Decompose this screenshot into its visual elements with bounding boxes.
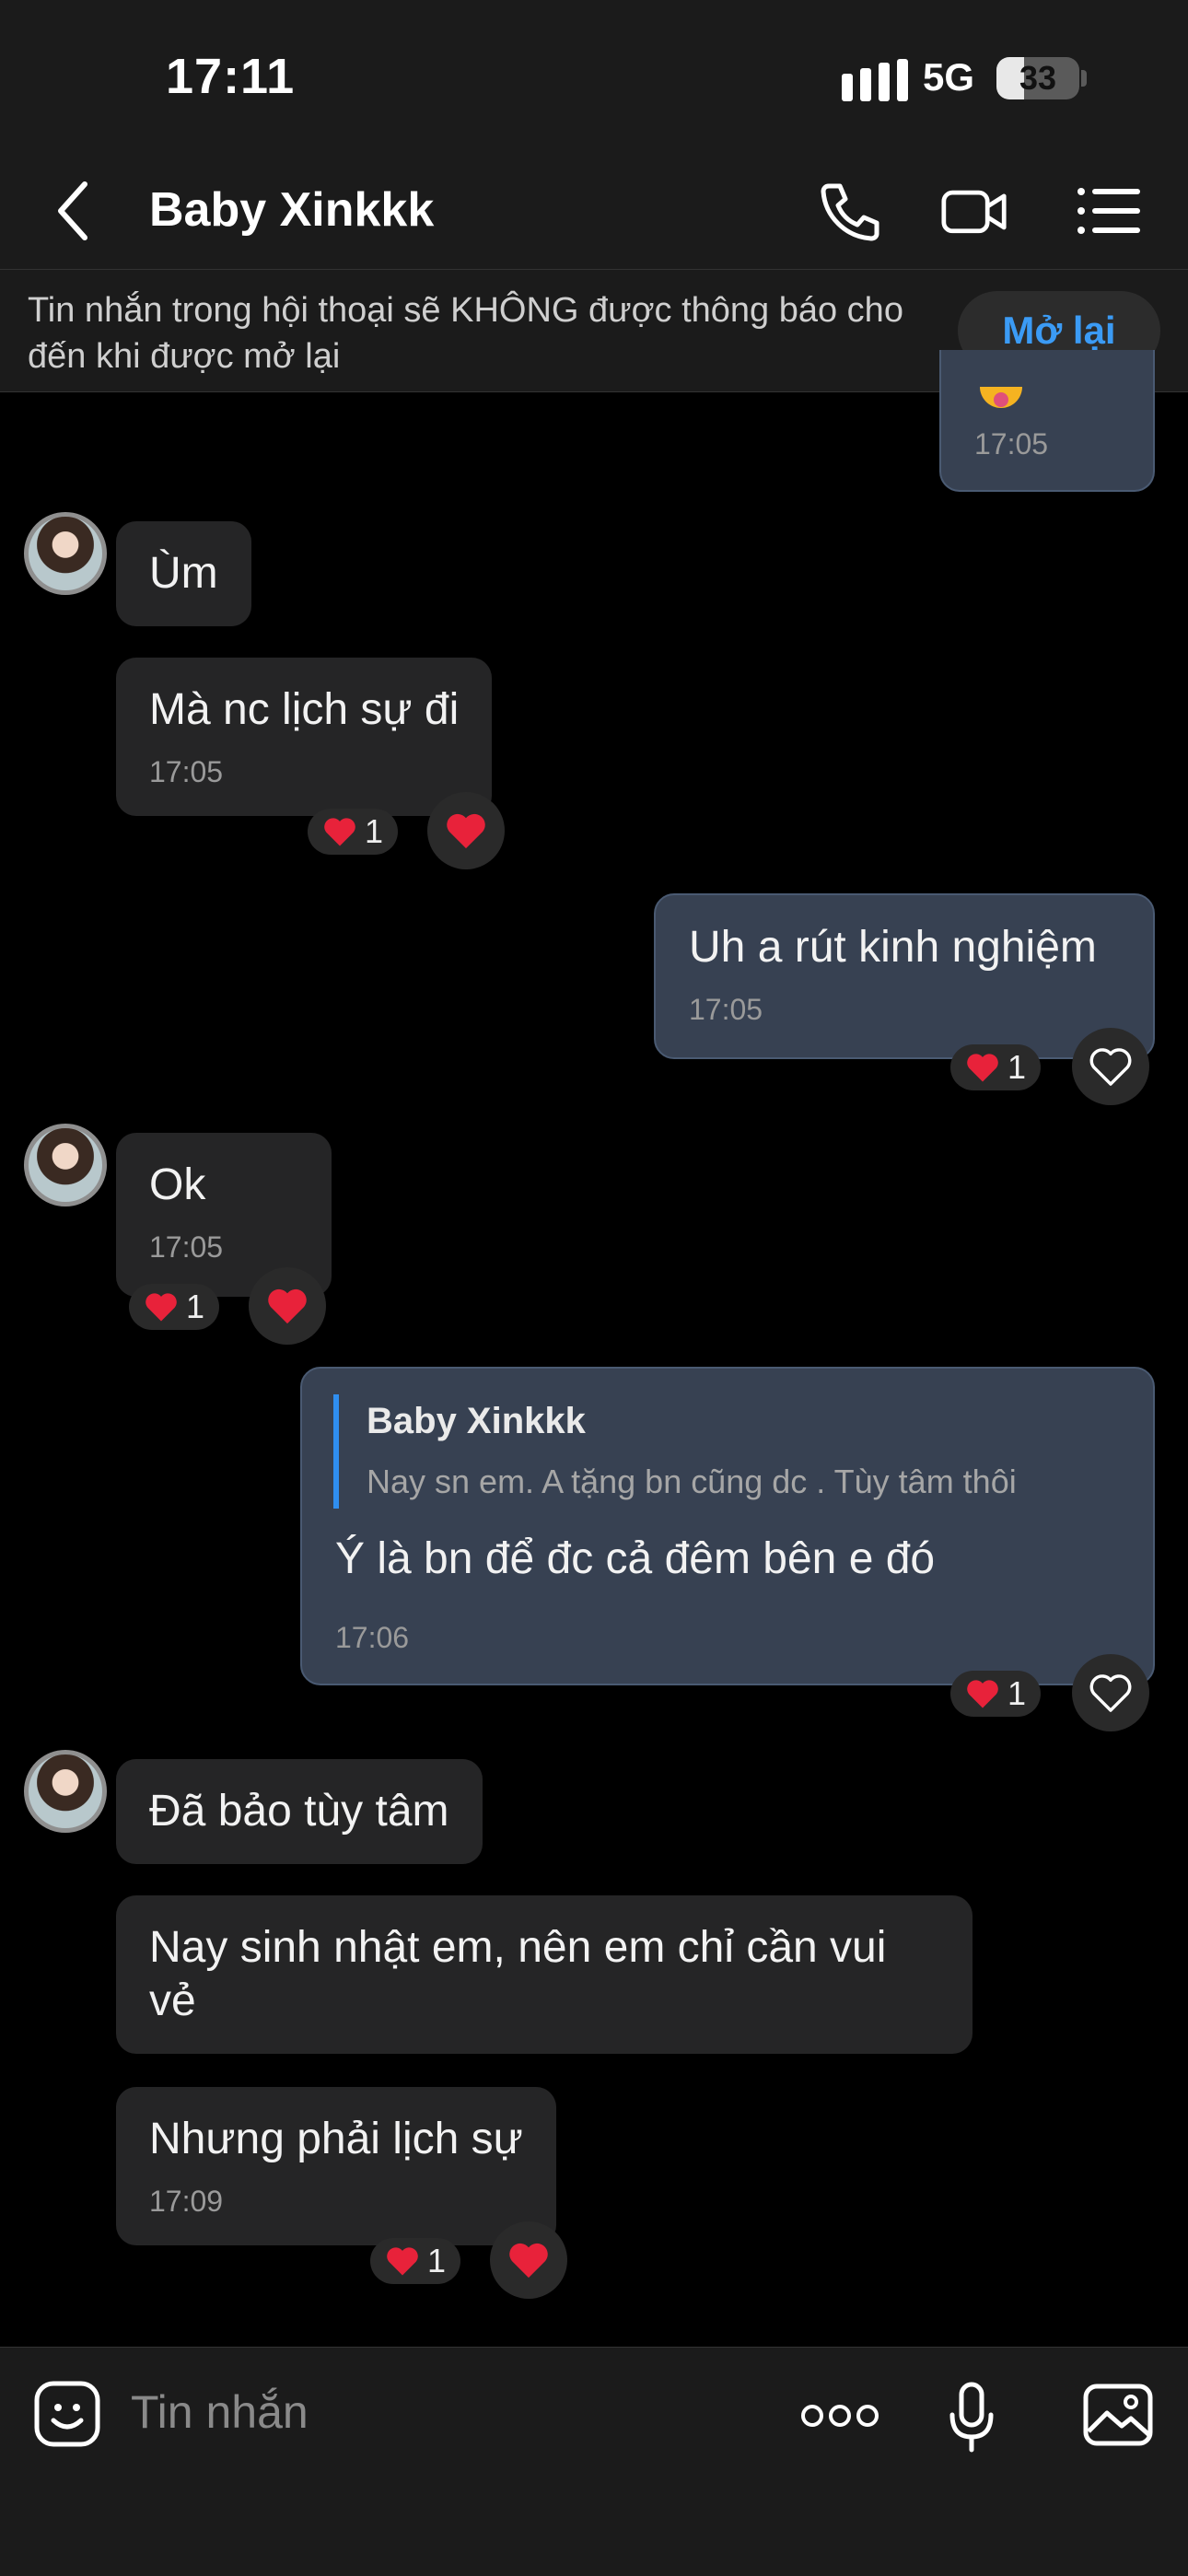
message-time: 17:05	[974, 427, 1049, 460]
message-text: Uh a rút kinh nghiệm	[689, 923, 1097, 972]
network-type: 5G	[923, 55, 975, 99]
quoted-message[interactable]: Baby Xinkkk Nay sn em. A tặng bn cũng dc…	[333, 1394, 1120, 1509]
message-bubble-outgoing[interactable]: 17:05	[939, 350, 1155, 492]
message-text: Ok	[149, 1160, 206, 1209]
microphone-icon[interactable]	[949, 2382, 995, 2454]
heart-icon	[387, 2247, 418, 2276]
message-bubble-incoming[interactable]: Ùm	[116, 521, 251, 626]
message-bubble-incoming[interactable]: Nhưng phải lịch sự 17:09	[116, 2087, 556, 2245]
react-heart-button[interactable]	[249, 1267, 326, 1345]
reaction-summary[interactable]: 1	[950, 1044, 1042, 1090]
react-heart-button[interactable]	[427, 792, 505, 869]
conversation-title[interactable]: Baby Xinkkk	[149, 182, 434, 238]
mute-banner-text: Tin nhắn trong hội thoại sẽ KHÔNG được t…	[28, 291, 903, 376]
reaction-summary[interactable]: 1	[370, 2238, 461, 2284]
reaction-count: 1	[1007, 1048, 1027, 1086]
emoji-icon	[980, 387, 1022, 408]
quoted-sender: Baby Xinkkk	[367, 1401, 586, 1441]
message-time: 17:05	[149, 1230, 224, 1264]
heart-icon	[447, 813, 485, 849]
reaction-count: 1	[186, 1288, 205, 1325]
reaction-count: 1	[427, 2242, 447, 2279]
quoted-text: Nay sn em. A tặng bn cũng dc . Tùy tâm t…	[367, 1463, 1017, 1500]
battery-tip	[1081, 70, 1087, 87]
avatar[interactable]	[24, 1750, 107, 1833]
avatar[interactable]	[24, 512, 107, 595]
message-text: Nhưng phải lịch sự	[149, 2115, 523, 2163]
heart-icon	[509, 2243, 548, 2279]
heart-icon	[967, 1054, 998, 1082]
signal-icon	[842, 59, 908, 101]
message-input[interactable]: Tin nhắn	[131, 2385, 309, 2439]
avatar[interactable]	[24, 1124, 107, 1206]
battery-icon: 33	[996, 57, 1079, 99]
reaction-summary[interactable]: 1	[950, 1671, 1042, 1717]
status-time: 17:11	[166, 49, 296, 104]
video-call-icon[interactable]	[941, 181, 1007, 241]
message-time: 17:06	[335, 1621, 410, 1654]
message-bubble-incoming[interactable]: Đã bảo tùy tâm	[116, 1759, 483, 1864]
react-heart-button[interactable]	[490, 2221, 567, 2299]
image-gallery-icon[interactable]	[1083, 2384, 1153, 2446]
menu-list-icon[interactable]	[1076, 181, 1142, 241]
message-text: Ùm	[149, 549, 218, 598]
heart-icon	[146, 1293, 177, 1322]
message-text: Ý là bn để đc cả đêm bên e đó	[335, 1534, 936, 1583]
sticker-icon[interactable]	[33, 2380, 101, 2448]
heart-icon	[324, 818, 355, 846]
message-time: 17:05	[689, 993, 763, 1026]
message-text: Mà nc lịch sự đi	[149, 685, 460, 734]
message-time: 17:09	[149, 2185, 224, 2218]
message-bubble-incoming[interactable]: Nay sinh nhật em, nên em chỉ cần vui vẻ	[116, 1895, 973, 2054]
message-bubble-outgoing[interactable]: Baby Xinkkk Nay sn em. A tặng bn cũng dc…	[300, 1367, 1155, 1685]
phone-call-icon[interactable]	[816, 181, 882, 241]
message-time: 17:05	[149, 755, 224, 788]
message-input-bar	[0, 2347, 1188, 2576]
message-bubble-incoming[interactable]: Mà nc lịch sự đi 17:05	[116, 658, 493, 816]
reaction-summary[interactable]: 1	[308, 809, 399, 855]
more-options-icon[interactable]	[801, 2402, 879, 2430]
heart-icon	[967, 1680, 998, 1708]
react-heart-button[interactable]	[1072, 1654, 1149, 1731]
heart-outline-icon	[1089, 1048, 1132, 1086]
reaction-count: 1	[365, 812, 384, 850]
heart-outline-icon	[1089, 1674, 1132, 1712]
react-heart-button[interactable]	[1072, 1028, 1149, 1105]
back-arrow-icon[interactable]	[53, 179, 90, 243]
message-bubble-outgoing[interactable]: Uh a rút kinh nghiệm 17:05	[654, 893, 1155, 1059]
reaction-summary[interactable]: 1	[129, 1284, 220, 1330]
battery-percent: 33	[1019, 59, 1057, 97]
message-text: Nay sinh nhật em, nên em chỉ cần vui vẻ	[149, 1923, 887, 2025]
reaction-count: 1	[1007, 1674, 1027, 1712]
heart-icon	[268, 1288, 307, 1324]
message-text: Đã bảo tùy tâm	[149, 1787, 449, 1836]
